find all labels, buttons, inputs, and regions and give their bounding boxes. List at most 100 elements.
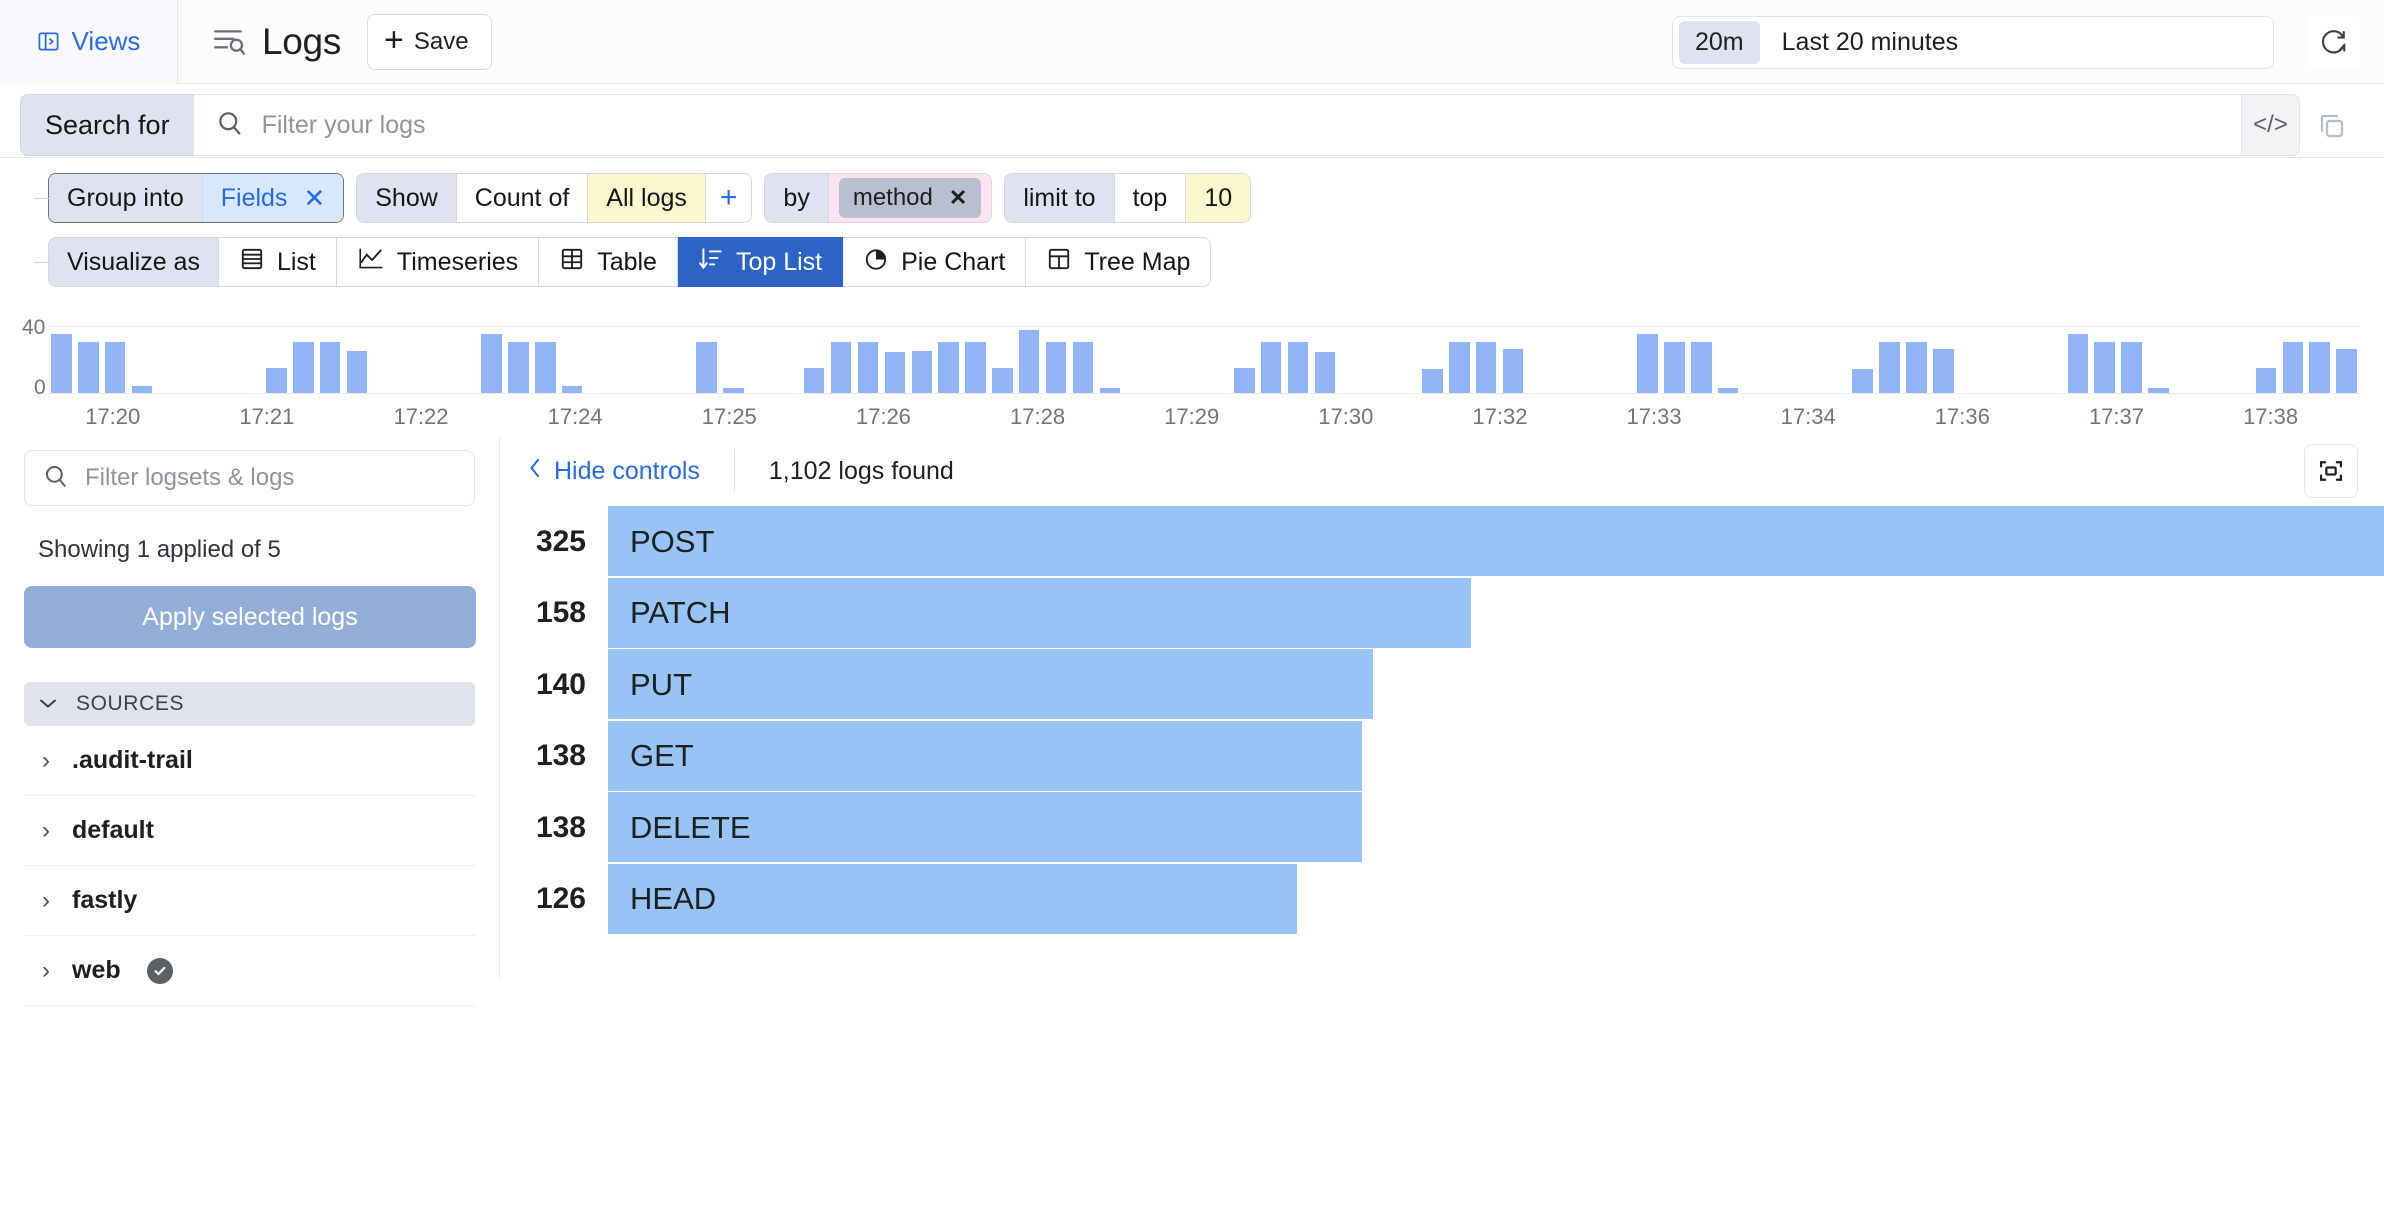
- histogram-bar[interactable]: [830, 342, 852, 393]
- histogram-bar[interactable]: [696, 342, 717, 393]
- histogram-bar[interactable]: [1234, 367, 1255, 393]
- histogram-bar[interactable]: [104, 342, 126, 393]
- viz-option-timeseries[interactable]: Timeseries: [336, 237, 540, 287]
- histogram-bar[interactable]: [992, 367, 1013, 393]
- histogram-bar[interactable]: [1852, 369, 1873, 393]
- top-list-row[interactable]: 138 DELETE: [500, 792, 2384, 864]
- histogram-bar[interactable]: [2255, 367, 2277, 393]
- source-item-fastly[interactable]: › fastly: [24, 866, 475, 936]
- histogram-bar[interactable]: [320, 342, 341, 393]
- histogram-bar[interactable]: [1019, 330, 1040, 393]
- histogram-bar[interactable]: [1476, 342, 1497, 393]
- viz-option-tree-map[interactable]: Tree Map: [1026, 237, 1212, 287]
- show-target[interactable]: All logs: [588, 174, 706, 222]
- histogram-bar[interactable]: [1422, 369, 1443, 393]
- histogram-bar[interactable]: [1314, 352, 1336, 393]
- source-item-audit-trail[interactable]: › .audit-trail: [24, 726, 475, 796]
- viz-option-top-list[interactable]: Top List: [677, 237, 844, 287]
- histogram-bar[interactable]: [938, 342, 959, 393]
- histogram-bar[interactable]: [2094, 342, 2115, 393]
- histogram-bar[interactable]: [508, 342, 529, 393]
- histogram-bar[interactable]: [266, 367, 287, 393]
- histogram-bar[interactable]: [293, 342, 314, 393]
- top-list-row[interactable]: 140 PUT: [500, 649, 2384, 721]
- histogram-bar[interactable]: [1099, 387, 1121, 393]
- source-item-default[interactable]: › default: [24, 796, 475, 866]
- histogram-bar[interactable]: [1045, 342, 1067, 393]
- sources-section-header[interactable]: SOURCES: [24, 682, 475, 726]
- by-field-remove-icon[interactable]: ✕: [949, 185, 967, 211]
- histogram-bar[interactable]: [1260, 342, 1282, 393]
- histogram-bar[interactable]: [535, 342, 556, 393]
- histogram-bar[interactable]: [481, 333, 502, 393]
- histogram-bar[interactable]: [562, 386, 583, 393]
- limit-control[interactable]: limit to top 10: [1004, 173, 1252, 223]
- limit-count[interactable]: 10: [1186, 174, 1251, 222]
- histogram-bar[interactable]: [2067, 333, 2088, 393]
- fullscreen-button[interactable]: [2304, 444, 2358, 498]
- histogram-bar[interactable]: [884, 352, 906, 393]
- histogram-bar[interactable]: [51, 333, 72, 393]
- histogram-bar[interactable]: [131, 386, 153, 393]
- top-list-row[interactable]: 325 POST: [500, 506, 2384, 578]
- viz-option-table[interactable]: Table: [539, 237, 678, 287]
- histogram-bar[interactable]: [1906, 342, 1927, 393]
- by-field-chip[interactable]: method ✕: [838, 178, 982, 218]
- timeline-histogram[interactable]: 40 0 17:20 17:21 17:22 17:24 17:25 17:26 17:28…: [0, 316, 2384, 436]
- histogram-bar[interactable]: [2282, 342, 2303, 393]
- histogram-bar[interactable]: [1637, 333, 1658, 393]
- query-code-toggle-button[interactable]: </>: [2242, 94, 2300, 156]
- histogram-bar[interactable]: [723, 387, 744, 393]
- search-field[interactable]: [193, 94, 2242, 156]
- histogram-bar[interactable]: [1072, 342, 1094, 393]
- histogram-bar[interactable]: [78, 342, 99, 393]
- show-aggregation[interactable]: Count of: [456, 174, 589, 222]
- histogram-bar[interactable]: [346, 350, 368, 393]
- histogram-bar[interactable]: [1691, 342, 1712, 393]
- hide-controls-button[interactable]: Hide controls: [528, 457, 700, 486]
- histogram-bar[interactable]: [1718, 387, 1739, 393]
- chevron-left-icon: [528, 457, 542, 486]
- by-control[interactable]: by method ✕: [764, 173, 993, 223]
- copy-query-button[interactable]: [2300, 94, 2364, 157]
- refresh-button[interactable]: [2306, 16, 2360, 69]
- histogram-bar[interactable]: [1502, 348, 1524, 393]
- histogram-bar[interactable]: [2309, 342, 2330, 393]
- top-list-row[interactable]: 126 HEAD: [500, 863, 2384, 936]
- logsets-filter-input[interactable]: [85, 464, 430, 492]
- logsets-filter-field[interactable]: [24, 450, 475, 506]
- show-add-icon[interactable]: +: [706, 174, 752, 222]
- histogram-bar[interactable]: [857, 342, 879, 393]
- by-field-container[interactable]: method ✕: [828, 174, 992, 222]
- source-item-web[interactable]: › web: [24, 936, 475, 1006]
- histogram-bar[interactable]: [1879, 342, 1900, 393]
- histogram-bar[interactable]: [803, 367, 825, 393]
- save-button[interactable]: + Save: [367, 13, 492, 70]
- histogram-bar[interactable]: [1449, 342, 1470, 393]
- top-list-row[interactable]: 158 PATCH: [500, 577, 2384, 650]
- histogram-bar[interactable]: [1664, 342, 1685, 393]
- group-into-value[interactable]: Fields ✕: [202, 174, 344, 222]
- group-into-control[interactable]: Group into Fields ✕: [48, 173, 345, 223]
- histogram-bar[interactable]: [2148, 387, 2169, 393]
- viz-option-list[interactable]: List: [218, 237, 337, 287]
- limit-direction[interactable]: top: [1114, 174, 1187, 222]
- show-control[interactable]: Show Count of All logs +: [356, 173, 753, 223]
- top-list-bar[interactable]: [608, 577, 1472, 648]
- views-button[interactable]: Views: [0, 0, 178, 84]
- histogram-bar[interactable]: [2121, 342, 2142, 393]
- histogram-bar[interactable]: [1287, 342, 1309, 393]
- top-list-bar[interactable]: [608, 720, 1363, 791]
- top-list-bar[interactable]: [608, 506, 2384, 576]
- histogram-bar[interactable]: [2336, 348, 2357, 393]
- apply-selected-logs-button[interactable]: Apply selected logs: [24, 586, 476, 648]
- histogram-bar[interactable]: [911, 350, 932, 393]
- top-list-row[interactable]: 138 GET: [500, 720, 2384, 793]
- search-input[interactable]: [261, 110, 2085, 140]
- viz-option-pie-chart[interactable]: Pie Chart: [843, 237, 1027, 287]
- top-list-bar[interactable]: [608, 649, 1374, 719]
- time-range-picker[interactable]: 20m Last 20 minutes: [1672, 16, 2274, 69]
- histogram-bar[interactable]: [965, 342, 986, 393]
- histogram-bar[interactable]: [1933, 348, 1954, 393]
- group-into-remove-icon[interactable]: ✕: [303, 183, 325, 214]
